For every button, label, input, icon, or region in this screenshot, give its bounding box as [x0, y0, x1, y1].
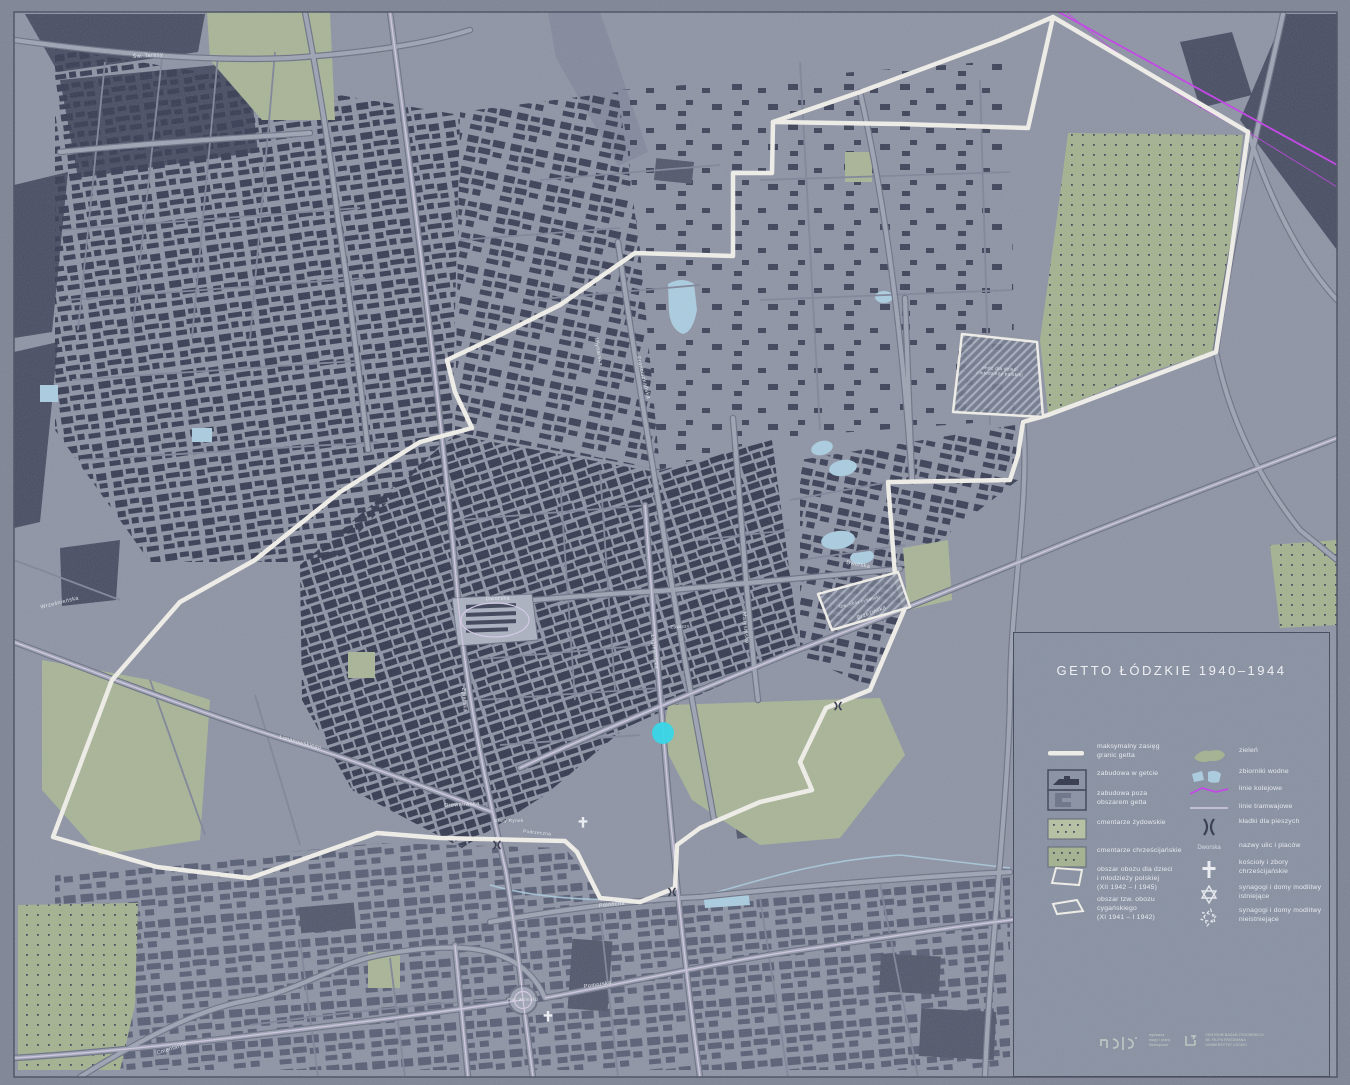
street-label: Dworska — [486, 596, 511, 603]
legend-item-buildings-out: zabudowa poza obszarem getta — [1044, 788, 1204, 812]
university-text: CENTRUM BADAŃ ŻYDOWSKICH IM. FILIPA FRIE… — [1205, 1033, 1263, 1047]
legend-panel: GETTO ŁÓDZKIE 1940–1944 maksymalny zasię… — [1013, 632, 1330, 1077]
buildings-outside-icon — [1044, 788, 1090, 812]
legend-item-jewish-cemeteries: cmentarze żydowskie — [1044, 817, 1204, 841]
university-logo-mark — [1184, 1033, 1200, 1049]
location-marker[interactable] — [652, 722, 674, 744]
christian-cemetery — [18, 903, 138, 1070]
map-poster: Św. TeresyWrześnieńskaLimanowskiegoDrewn… — [0, 0, 1350, 1085]
street-label: Stary Rynek — [494, 818, 524, 823]
svg-text:Dworska: Dworska — [1197, 845, 1221, 851]
credits: wydawca mapy i plany historyczne CENTRUM… — [1098, 1033, 1264, 1053]
university-logo: CENTRUM BADAŃ ŻYDOWSKICH IM. FILIPA FRIE… — [1184, 1033, 1263, 1049]
publisher-text: wydawca mapy i plany historyczne — [1149, 1033, 1170, 1047]
legend-item-children-camp: obszar obozu dla dzieci i młodzieży pols… — [1044, 864, 1204, 892]
legend-item-boundary: maksymalny zasięg granic getta — [1044, 741, 1204, 765]
legend-item-churches: kościoły i zbory chrześcijańskie — [1186, 857, 1326, 881]
legend-item-footbridges: kładki dla pieszych — [1186, 816, 1326, 838]
footbridge-icon — [1186, 816, 1232, 838]
star-of-david-icon — [1186, 882, 1232, 906]
legend-item-synagogues-gone: synagogi i domy modlitwy nieistniejące — [1186, 905, 1326, 929]
church-cross-icon — [1186, 857, 1232, 881]
children-camp-icon — [1044, 864, 1090, 890]
gypsy-camp-icon — [1044, 894, 1090, 920]
publisher-logo: wydawca mapy i plany historyczne — [1098, 1033, 1170, 1053]
jewish-cemetery-icon — [1044, 817, 1090, 841]
publisher-logo-glyphs — [1098, 1033, 1144, 1053]
legend-item-tram: linie tramwajowe — [1186, 801, 1326, 815]
legend-item-synagogues-existing: synagogi i domy modlitwy istniejące — [1186, 882, 1326, 906]
legend-item-green: zieleń — [1186, 745, 1326, 767]
street-name-sample: Dworska — [1186, 840, 1232, 854]
tram-icon — [1186, 801, 1232, 815]
map-title: GETTO ŁÓDZKIE 1940–1944 — [1014, 663, 1329, 678]
street-label: Plac Wolności — [507, 997, 538, 1002]
green-area-icon — [1186, 745, 1232, 767]
legend-item-gypsy-camp: obszar tzw. obozu cygańskiego (XI 1941 –… — [1044, 894, 1204, 922]
railway-icon — [1186, 783, 1232, 799]
boundary-line-icon — [1044, 741, 1090, 765]
legend-item-railway: linie kolejowe — [1186, 783, 1326, 799]
legend-item-street-names: Dworska nazwy ulic i placów — [1186, 840, 1326, 854]
broken-star-icon — [1186, 905, 1232, 929]
